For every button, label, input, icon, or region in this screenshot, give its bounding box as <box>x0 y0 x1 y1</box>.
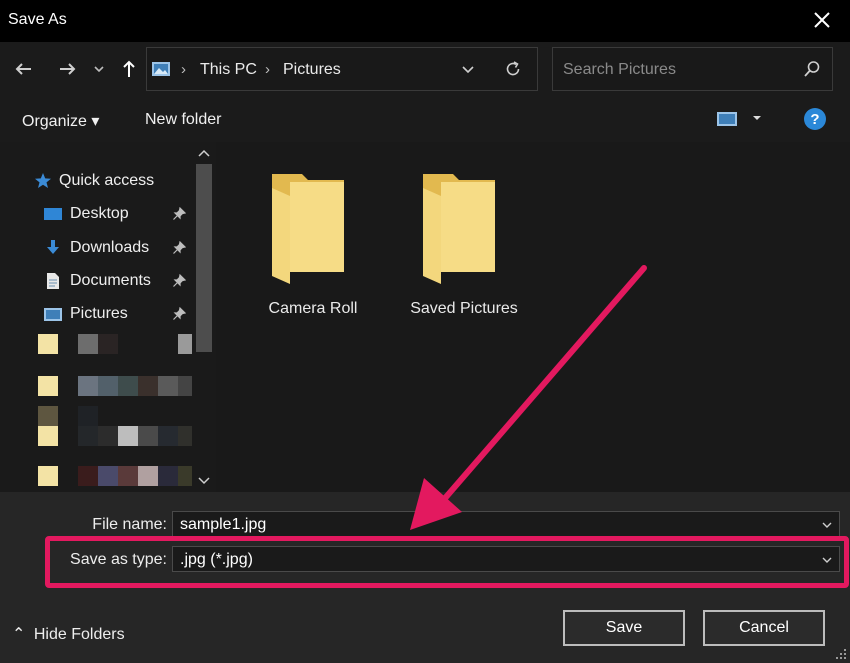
close-icon[interactable] <box>808 6 836 34</box>
up-arrow-icon[interactable] <box>116 56 142 82</box>
scroll-up-icon[interactable] <box>196 146 212 160</box>
file-name-value: sample1.jpg <box>180 516 267 533</box>
pin-icon[interactable] <box>172 274 186 288</box>
refresh-icon[interactable] <box>503 59 523 79</box>
cancel-button[interactable]: Cancel <box>703 610 825 646</box>
save-as-type-highlight-box <box>45 536 849 588</box>
back-arrow-icon[interactable] <box>11 56 37 82</box>
search-icon[interactable] <box>802 59 822 79</box>
nav-label: Pictures <box>70 305 128 322</box>
view-options-icon[interactable] <box>716 110 738 128</box>
organize-button[interactable]: Organize ▾ <box>22 111 99 131</box>
view-dropdown-chevron-icon[interactable] <box>750 112 764 124</box>
command-bar: Organize ▾ New folder ? <box>0 98 850 142</box>
window-title: Save As <box>8 11 67 28</box>
nav-item-desktop[interactable]: Desktop <box>0 200 196 228</box>
folder-item-saved-pictures[interactable]: Saved Pictures <box>399 152 529 317</box>
help-icon[interactable]: ? <box>803 107 827 131</box>
hide-folders-label: Hide Folders <box>33 626 125 643</box>
organize-label: Organize <box>22 113 87 130</box>
pictures-icon <box>44 308 62 321</box>
scroll-down-icon[interactable] <box>196 474 212 488</box>
address-dropdown-icon[interactable] <box>460 64 476 76</box>
hide-folders-button[interactable]: ⌃ Hide Folders <box>12 624 125 644</box>
search-placeholder: Search Pictures <box>563 61 676 78</box>
navigation-pane: Quick access Desktop Downloads Documents <box>0 142 216 492</box>
title-bar: Save As <box>0 0 850 42</box>
nav-item-pictures[interactable]: Pictures <box>0 300 196 328</box>
address-bar[interactable]: › This PC › Pictures <box>146 47 538 91</box>
pin-icon[interactable] <box>172 307 186 321</box>
recent-locations-chevron-icon[interactable] <box>90 56 108 82</box>
nav-item-documents[interactable]: Documents <box>0 267 196 295</box>
folder-icon <box>272 174 344 284</box>
file-name-input[interactable]: sample1.jpg <box>172 511 840 537</box>
downloads-icon <box>47 240 59 254</box>
folder-label: Saved Pictures <box>410 300 518 317</box>
forward-arrow-icon[interactable] <box>54 56 80 82</box>
save-button[interactable]: Save <box>563 610 685 646</box>
nav-label: Downloads <box>70 239 150 256</box>
chevron-up-icon: ⌃ <box>12 626 26 643</box>
breadcrumb-separator: › <box>181 61 186 78</box>
breadcrumb-pictures[interactable]: Pictures <box>283 61 341 79</box>
nav-label: Documents <box>70 272 151 289</box>
file-name-label: File name: <box>92 516 167 533</box>
new-folder-button[interactable]: New folder <box>145 111 221 129</box>
star-icon <box>35 173 51 188</box>
breadcrumb-this-pc[interactable]: This PC <box>200 61 257 79</box>
search-input[interactable]: Search Pictures <box>552 47 833 91</box>
resize-grip-icon[interactable] <box>834 647 848 661</box>
chevron-down-icon[interactable] <box>821 519 833 531</box>
pin-icon[interactable] <box>172 241 186 255</box>
pictures-location-icon <box>152 62 170 76</box>
nav-label: Quick access <box>59 172 155 189</box>
svg-text:?: ? <box>810 111 819 128</box>
nav-quick-access[interactable]: Quick access <box>0 167 196 195</box>
file-list: Camera Roll Saved Pictures <box>216 142 850 492</box>
pin-icon[interactable] <box>172 207 186 221</box>
nav-item-downloads[interactable]: Downloads <box>0 234 196 262</box>
documents-icon <box>47 273 59 289</box>
breadcrumb-separator: › <box>265 61 270 78</box>
nav-scroll-thumb[interactable] <box>196 164 212 352</box>
folder-icon <box>423 174 495 284</box>
folder-label: Camera Roll <box>268 300 358 317</box>
nav-label: Desktop <box>70 205 129 222</box>
folder-item-camera-roll[interactable]: Camera Roll <box>248 152 378 317</box>
address-row: › This PC › Pictures Search Pictures <box>0 42 850 98</box>
redacted-nav-items <box>38 334 194 492</box>
desktop-icon <box>44 208 62 220</box>
